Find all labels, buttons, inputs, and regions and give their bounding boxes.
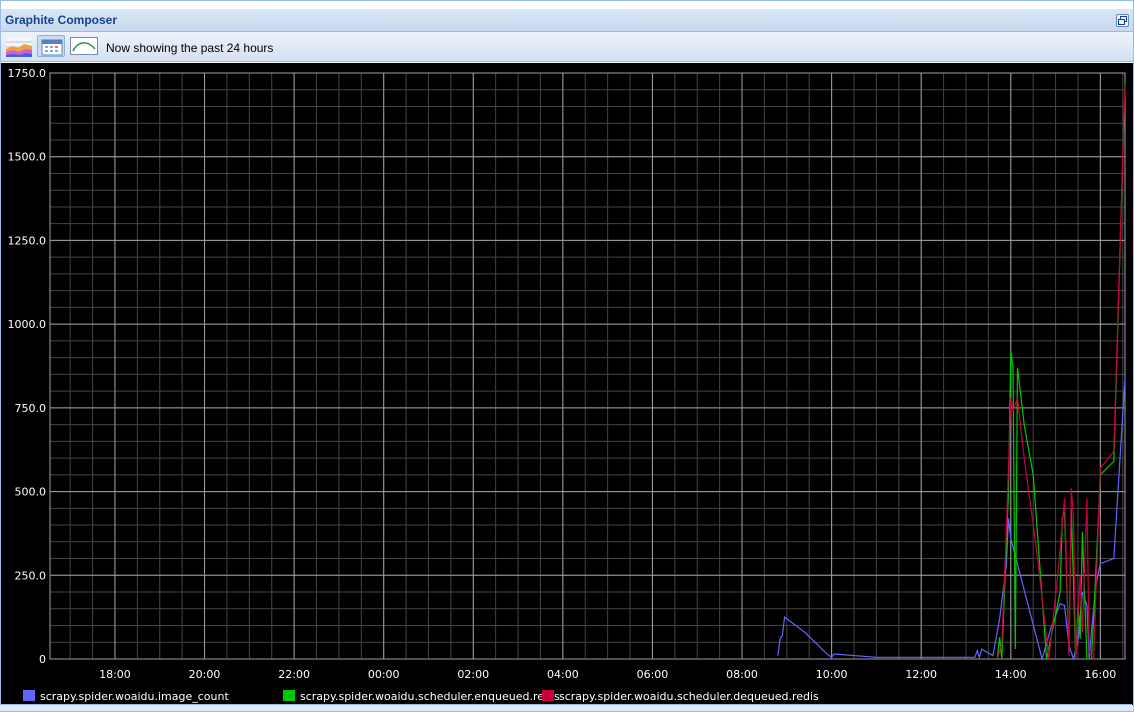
y-tick-label: 0 bbox=[39, 653, 46, 666]
legend: scrapy.spider.woaidu.image_count scrapy.s… bbox=[23, 690, 819, 703]
series-layer bbox=[777, 81, 1126, 662]
auto-refresh-button[interactable] bbox=[68, 35, 98, 57]
y-tick-label: 1250.0 bbox=[8, 234, 47, 247]
y-axis-labels: 0 250.0 500.0 750.0 1000.0 1250.0 1500.0 1750.0 bbox=[8, 67, 47, 666]
legend-label: scrapy.spider.woaidu.image_count bbox=[40, 690, 229, 703]
x-tick-label: 02:00 bbox=[457, 668, 489, 681]
y-tick-label: 500.0 bbox=[15, 486, 47, 499]
x-tick-label: 18:00 bbox=[99, 668, 131, 681]
y-tick-label: 1000.0 bbox=[8, 318, 47, 331]
window-title: Graphite Composer bbox=[5, 13, 118, 27]
grid-major-lines bbox=[49, 72, 1126, 660]
window-titlebar[interactable]: Graphite Composer bbox=[1, 9, 1133, 32]
graphite-composer-window: Graphite Composer Now showing the past 2… bbox=[0, 0, 1134, 712]
x-tick-label: 16:00 bbox=[1085, 668, 1117, 681]
x-tick-label: 10:00 bbox=[816, 668, 848, 681]
x-tick-label: 12:00 bbox=[905, 668, 937, 681]
x-axis-labels: 18:00 20:00 22:00 00:00 02:00 04:00 06:00 08:00… bbox=[99, 668, 1116, 681]
x-tick-label: 14:00 bbox=[995, 668, 1027, 681]
legend-swatch bbox=[23, 690, 35, 701]
x-tick-label: 20:00 bbox=[189, 668, 221, 681]
x-tick-label: 00:00 bbox=[368, 668, 400, 681]
area-chart-icon bbox=[6, 37, 32, 57]
composer-toolbar: Now showing the past 24 hours bbox=[1, 32, 1133, 62]
time-range-status: Now showing the past 24 hours bbox=[106, 41, 274, 55]
curve-options-icon bbox=[70, 37, 98, 55]
y-tick-label: 1500.0 bbox=[8, 151, 47, 164]
x-tick-label: 22:00 bbox=[278, 668, 310, 681]
graph-canvas: 0 250.0 500.0 750.0 1000.0 1250.0 1500.0 1750.0… bbox=[8, 67, 1126, 703]
graph-options-button[interactable] bbox=[4, 35, 32, 57]
y-tick-label: 750.0 bbox=[15, 402, 47, 415]
y-tick-label: 1750.0 bbox=[8, 67, 47, 80]
series-line-1 bbox=[996, 81, 1126, 660]
window-bottom-border bbox=[0, 704, 1132, 711]
y-tick-label: 250.0 bbox=[15, 569, 47, 582]
select-date-range-button[interactable] bbox=[37, 35, 65, 57]
x-tick-label: 08:00 bbox=[726, 668, 758, 681]
plot-border bbox=[49, 72, 1126, 660]
x-tick-label: 06:00 bbox=[637, 668, 669, 681]
graph-image[interactable]: 0 250.0 500.0 750.0 1000.0 1250.0 1500.0 1750.0… bbox=[1, 63, 1133, 705]
legend-label: scrapy.spider.woaidu.scheduler.dequeued.… bbox=[559, 690, 819, 703]
legend-swatch bbox=[283, 690, 295, 701]
restore-window-button[interactable] bbox=[1116, 14, 1129, 27]
restore-icon bbox=[1118, 16, 1127, 25]
legend-label: scrapy.spider.woaidu.scheduler.enqueued.… bbox=[300, 690, 560, 703]
legend-swatch bbox=[542, 690, 554, 701]
calendar-icon bbox=[41, 39, 63, 56]
x-tick-label: 04:00 bbox=[547, 668, 579, 681]
grid-minor-lines bbox=[50, 72, 1125, 660]
